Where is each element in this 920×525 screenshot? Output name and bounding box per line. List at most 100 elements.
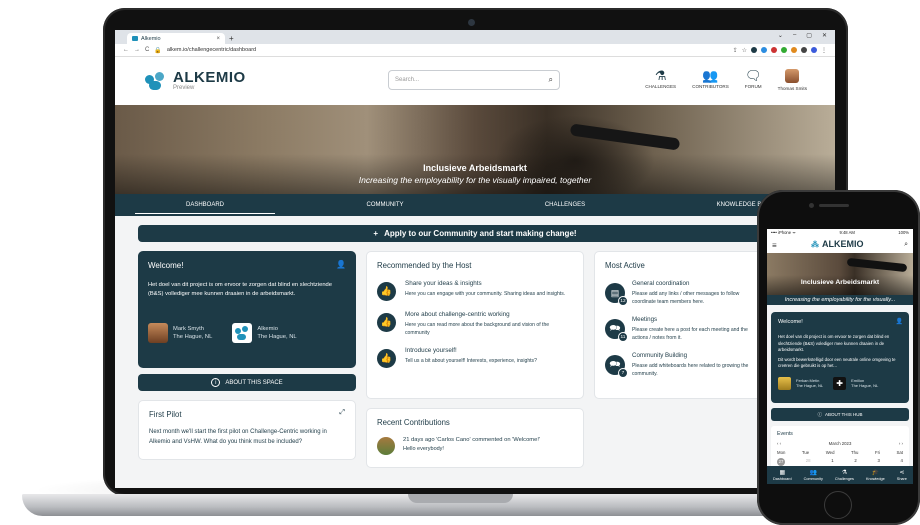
bottom-nav-share[interactable]: ⋖ Share xyxy=(897,470,907,481)
search-icon[interactable]: ⌕ xyxy=(904,241,908,249)
bottom-nav-dashboard[interactable]: ▦ Dashboard xyxy=(773,470,792,481)
battery-text: 100% xyxy=(898,230,909,235)
bottom-nav-challenges[interactable]: ⚗ Challenges xyxy=(835,470,854,481)
phone-welcome-text-2: Dit wordt bewerkstelligd door een neutra… xyxy=(778,356,896,369)
recommended-item-title: More about challenge-centric working xyxy=(405,311,510,318)
extension-icon[interactable] xyxy=(771,47,777,53)
logo-text: ALKEMIO xyxy=(173,69,246,86)
space-tabs: DASHBOARD COMMUNITY CHALLENGES KNOWLEDGE… xyxy=(115,194,835,216)
host-location: The Hague, NL xyxy=(173,334,213,340)
tab-community[interactable]: COMMUNITY xyxy=(295,194,475,216)
new-tab-button[interactable]: + xyxy=(229,33,234,44)
calendar-day[interactable]: 28 xyxy=(806,458,811,466)
expand-icon[interactable]: ⤢ xyxy=(339,409,345,417)
bottom-nav-label: Share xyxy=(896,476,907,481)
add-person-icon[interactable]: 👤 xyxy=(336,260,346,269)
extension-icon[interactable] xyxy=(751,47,757,53)
calendar-day[interactable]: 2 xyxy=(854,458,856,466)
host-person[interactable]: Mark Smyth The Hague, NL xyxy=(148,323,212,343)
nav-contributors[interactable]: 👥 CONTRIBUTORS xyxy=(692,67,729,91)
recommended-title: Recommended by the Host xyxy=(377,261,472,270)
most-active-card: Most Active ▤ 12 General coordination Ple… xyxy=(594,251,769,399)
bottom-nav-community[interactable]: 👥 Community xyxy=(804,470,823,481)
host-name: Mark Smyth xyxy=(173,326,204,332)
month-label: March 2023 xyxy=(828,441,852,446)
browser-tab[interactable]: Alkemio × xyxy=(127,33,225,44)
about-space-button[interactable]: i ABOUT THIS SPACE xyxy=(138,374,356,391)
prev-month-icon[interactable]: ‹ ‹ xyxy=(777,441,781,446)
url-field[interactable]: alkem.io/challengecentric/dashboard xyxy=(167,47,256,53)
calendar-day[interactable]: 4 xyxy=(901,458,903,466)
welcome-title: Welcome! xyxy=(148,261,184,270)
star-icon[interactable]: ☆ xyxy=(742,47,747,54)
recommended-item-desc: Here you can read more about the backgro… xyxy=(405,322,550,336)
calendar-day[interactable]: 27 xyxy=(777,458,785,466)
first-pilot-card[interactable]: First Pilot ⤢ Next month we'll start the… xyxy=(138,400,356,460)
calendar-day[interactable]: 3 xyxy=(877,458,879,466)
avatar xyxy=(148,323,168,343)
apply-button[interactable]: + Apply to our Community and start makin… xyxy=(138,225,812,242)
search-icon[interactable]: ⌕ xyxy=(549,75,553,85)
phone-logo[interactable]: ⁂ ALKEMIO xyxy=(811,239,864,249)
nav-challenges[interactable]: ⚗ CHALLENGES xyxy=(645,67,676,91)
close-tab-icon[interactable]: × xyxy=(216,36,220,42)
active-item[interactable]: 🗪 7 Community Building Please add whitebo… xyxy=(605,352,758,378)
avatar xyxy=(377,437,395,455)
share-icon: ⋖ xyxy=(899,469,905,476)
add-person-icon[interactable]: 👤 xyxy=(896,318,903,325)
menu-dots-icon[interactable]: ⋮ xyxy=(821,47,827,54)
lock-icon: 🔒 xyxy=(154,47,162,54)
recommended-item-desc: Here you can engage with your community.… xyxy=(405,291,566,297)
calendar-month-nav: ‹ ‹ March 2023 › › xyxy=(777,441,903,446)
bottom-nav-label: Dashboard xyxy=(773,476,792,481)
extension-icon[interactable] xyxy=(781,47,787,53)
extension-icon[interactable] xyxy=(761,47,767,53)
tab-search-icon[interactable]: ⌄ xyxy=(778,32,783,39)
about-hub-button[interactable]: ⓘ ABOUT THIS HUB xyxy=(771,408,909,421)
nav-user[interactable]: Thomas Smits xyxy=(778,67,807,91)
banner-subtitle: Increasing the employability for the vis… xyxy=(358,175,592,185)
profile-icon[interactable] xyxy=(811,47,817,53)
extension-icons: ⇪ ☆ ⋮ xyxy=(733,47,827,54)
tab-challenges[interactable]: CHALLENGES xyxy=(475,194,655,216)
maximize-icon[interactable]: ▢ xyxy=(806,32,812,39)
header-nav: ⚗ CHALLENGES 👥 CONTRIBUTORS 🗨 FORUM Thom… xyxy=(645,67,807,91)
webcam xyxy=(468,19,475,26)
tab-dashboard[interactable]: DASHBOARD xyxy=(115,194,295,216)
recommended-item[interactable]: 👍 More about challenge-centric working H… xyxy=(377,311,573,337)
recent-title: Recent Contributions xyxy=(377,418,450,427)
host-organization[interactable]: Alkemio The Hague, NL xyxy=(232,323,297,343)
active-item[interactable]: ▤ 12 General coordination Please add any … xyxy=(605,280,758,306)
extension-icon[interactable] xyxy=(791,47,797,53)
calendar-dates: 27 28 1 2 3 4 xyxy=(777,458,903,466)
recommended-item[interactable]: 👍 Introduce yourself! Tell us a bit abou… xyxy=(377,347,573,368)
active-item[interactable]: 🗪 11 Meetings Please create here a post f… xyxy=(605,316,758,342)
alkemio-logo[interactable]: ALKEMIO Preview xyxy=(145,69,246,91)
host-organization[interactable]: ✚ Emillon The Hague, NL xyxy=(833,376,878,390)
dashboard-content: + Apply to our Community and start makin… xyxy=(115,216,835,468)
nav-challenges-label: CHALLENGES xyxy=(645,84,677,89)
user-avatar xyxy=(785,69,800,83)
space-banner: Inclusieve Arbeidsmarkt Increasing the e… xyxy=(115,105,835,194)
nav-forum[interactable]: 🗨 FORUM xyxy=(745,67,762,91)
host-person[interactable]: Ferkan Metin The Hague, NL xyxy=(778,376,823,390)
apply-label: Apply to our Community and start making … xyxy=(384,229,577,238)
back-icon[interactable]: ← xyxy=(123,47,129,53)
info-icon: i xyxy=(211,378,221,387)
nav-contributors-label: CONTRIBUTORS xyxy=(692,84,729,89)
contribution-item[interactable]: 21 days ago 'Carlos Cano' commented on '… xyxy=(377,437,573,455)
calendar-day[interactable]: 1 xyxy=(831,458,833,466)
recommended-item[interactable]: 👍 Share your ideas & insights Here you c… xyxy=(377,280,573,301)
share-icon[interactable]: ⇪ xyxy=(733,47,738,54)
search-input[interactable]: Search... ⌕ xyxy=(388,70,560,90)
close-window-icon[interactable]: ✕ xyxy=(822,32,827,39)
bottom-nav-knowledge[interactable]: 🎓 Knowledge xyxy=(866,470,885,481)
reload-icon[interactable]: C xyxy=(145,47,149,53)
nav-user-label: Thomas Smits xyxy=(777,86,807,91)
next-month-icon[interactable]: › › xyxy=(899,441,903,446)
extension-icon[interactable] xyxy=(801,47,807,53)
phone-home-button[interactable] xyxy=(824,491,852,519)
hamburger-menu-icon[interactable]: ≡ xyxy=(772,241,777,250)
minimize-icon[interactable]: – xyxy=(793,32,796,39)
forward-icon[interactable]: → xyxy=(134,47,140,53)
